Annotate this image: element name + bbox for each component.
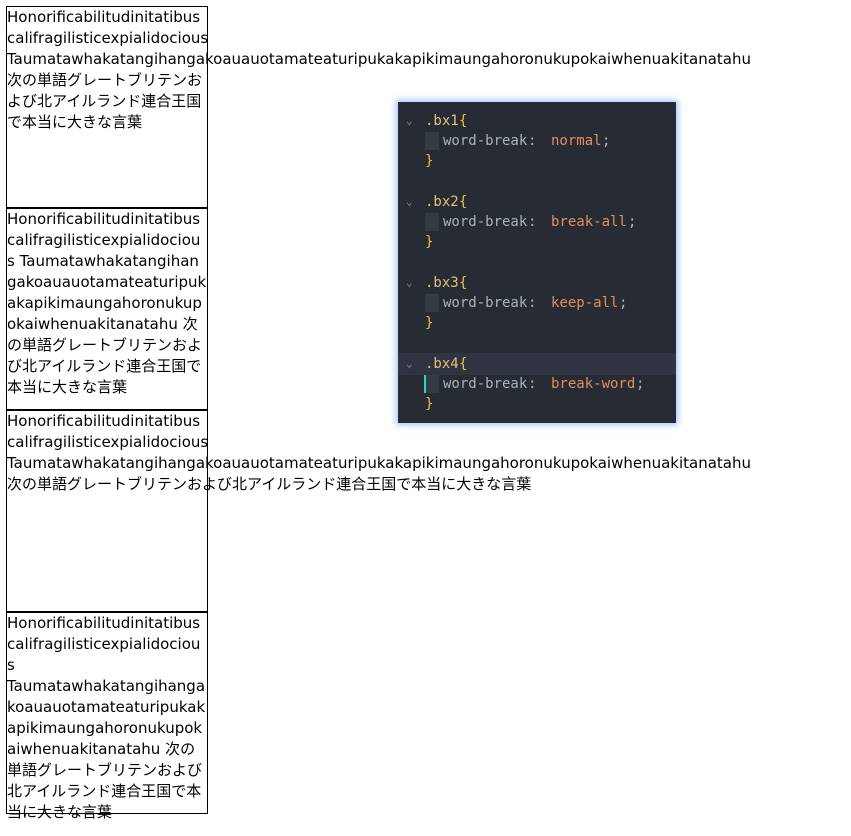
- indent-guide: [425, 132, 439, 150]
- css-property: word-break: [443, 295, 528, 311]
- open-brace: {: [459, 356, 468, 372]
- css-property: word-break: [443, 133, 528, 149]
- text-cursor: [424, 375, 426, 393]
- semicolon: ;: [628, 214, 637, 230]
- semicolon: ;: [619, 295, 628, 311]
- css-selector: .bx1: [425, 113, 459, 129]
- semicolon: ;: [602, 133, 611, 149]
- box-japanese-text: 次の単語グレートブリテンおよび北アイルランド連合王国で本当に大きな言葉: [7, 475, 532, 493]
- code-line-close[interactable]: }: [398, 231, 676, 253]
- indent-guide: [425, 375, 439, 393]
- box-word-3: Taumatawhakatangihangakoauauotamateaturi…: [7, 50, 752, 68]
- semicolon: ;: [636, 376, 645, 392]
- code-line-close[interactable]: }: [398, 150, 676, 172]
- css-value: normal: [551, 133, 602, 149]
- code-line-declaration[interactable]: word-break : break-all ;: [398, 211, 676, 233]
- demo-box-bx2: Honorificabilitudinitatibus califragilis…: [6, 208, 208, 410]
- close-brace: }: [425, 234, 434, 250]
- css-value: keep-all: [551, 295, 619, 311]
- css-selector: .bx3: [425, 275, 459, 291]
- css-property: word-break: [443, 214, 528, 230]
- css-selector: .bx2: [425, 194, 459, 210]
- colon: :: [528, 133, 537, 149]
- code-editor-panel: ⌄ .bx1 { word-break : normal ; } ⌄ .bx2 …: [398, 102, 676, 423]
- chevron-down-icon[interactable]: ⌄: [406, 353, 420, 375]
- box-word-3: Taumatawhakatangihangakoauauotamateaturi…: [7, 454, 752, 472]
- css-property: word-break: [443, 376, 528, 392]
- code-line-selector[interactable]: ⌄ .bx1 {: [398, 110, 676, 132]
- colon: :: [528, 376, 537, 392]
- box-word-1: Honorificabilitudinitatibus: [7, 8, 201, 26]
- box-japanese-text: 次の単語グレートブリテンおよび北アイルランド連合王国で本当に大きな言葉: [7, 71, 203, 131]
- code-line-selector[interactable]: ⌄ .bx2 {: [398, 191, 676, 213]
- box-word-2: califragilisticexpialidocious: [7, 433, 209, 451]
- code-line-declaration[interactable]: word-break : break-word ;: [398, 373, 676, 395]
- close-brace: }: [425, 315, 434, 331]
- open-brace: {: [459, 275, 468, 291]
- box-word-1: Honorificabilitudinitatibus: [7, 614, 201, 632]
- code-line-close[interactable]: }: [398, 393, 676, 415]
- chevron-down-icon[interactable]: ⌄: [406, 191, 420, 213]
- colon: :: [528, 214, 537, 230]
- chevron-down-icon[interactable]: ⌄: [406, 110, 420, 132]
- open-brace: {: [459, 113, 468, 129]
- open-brace: {: [459, 194, 468, 210]
- code-line-declaration[interactable]: word-break : keep-all ;: [398, 292, 676, 314]
- demo-box-bx1: Honorificabilitudinitatibus califragilis…: [6, 6, 751, 208]
- box-word-1: Honorificabilitudinitatibus: [7, 210, 201, 228]
- close-brace: }: [425, 396, 434, 412]
- chevron-down-icon[interactable]: ⌄: [406, 272, 420, 294]
- css-selector: .bx4: [425, 356, 459, 372]
- indent-guide: [425, 294, 439, 312]
- css-value: break-word: [551, 376, 636, 392]
- indent-guide: [425, 213, 439, 231]
- code-line-declaration[interactable]: word-break : normal ;: [398, 130, 676, 152]
- box-word-3: Taumatawhakatangihangakoauauotamateaturi…: [7, 252, 207, 333]
- box-word-1: Honorificabilitudinitatibus: [7, 412, 201, 430]
- colon: :: [528, 295, 537, 311]
- demo-box-bx4: Honorificabilitudinitatibus califragilis…: [6, 612, 208, 821]
- code-line-selector[interactable]: ⌄ .bx4 {: [398, 353, 676, 375]
- demo-box-bx3: Honorificabilitudinitatibus califragilis…: [6, 410, 751, 612]
- close-brace: }: [425, 153, 434, 169]
- code-line-close[interactable]: }: [398, 312, 676, 334]
- box-word-2: califragilisticexpialidocious: [7, 29, 209, 47]
- css-value: break-all: [551, 214, 627, 230]
- box-word-2: califragilisticexpialidocious: [7, 635, 201, 674]
- code-line-selector[interactable]: ⌄ .bx3 {: [398, 272, 676, 294]
